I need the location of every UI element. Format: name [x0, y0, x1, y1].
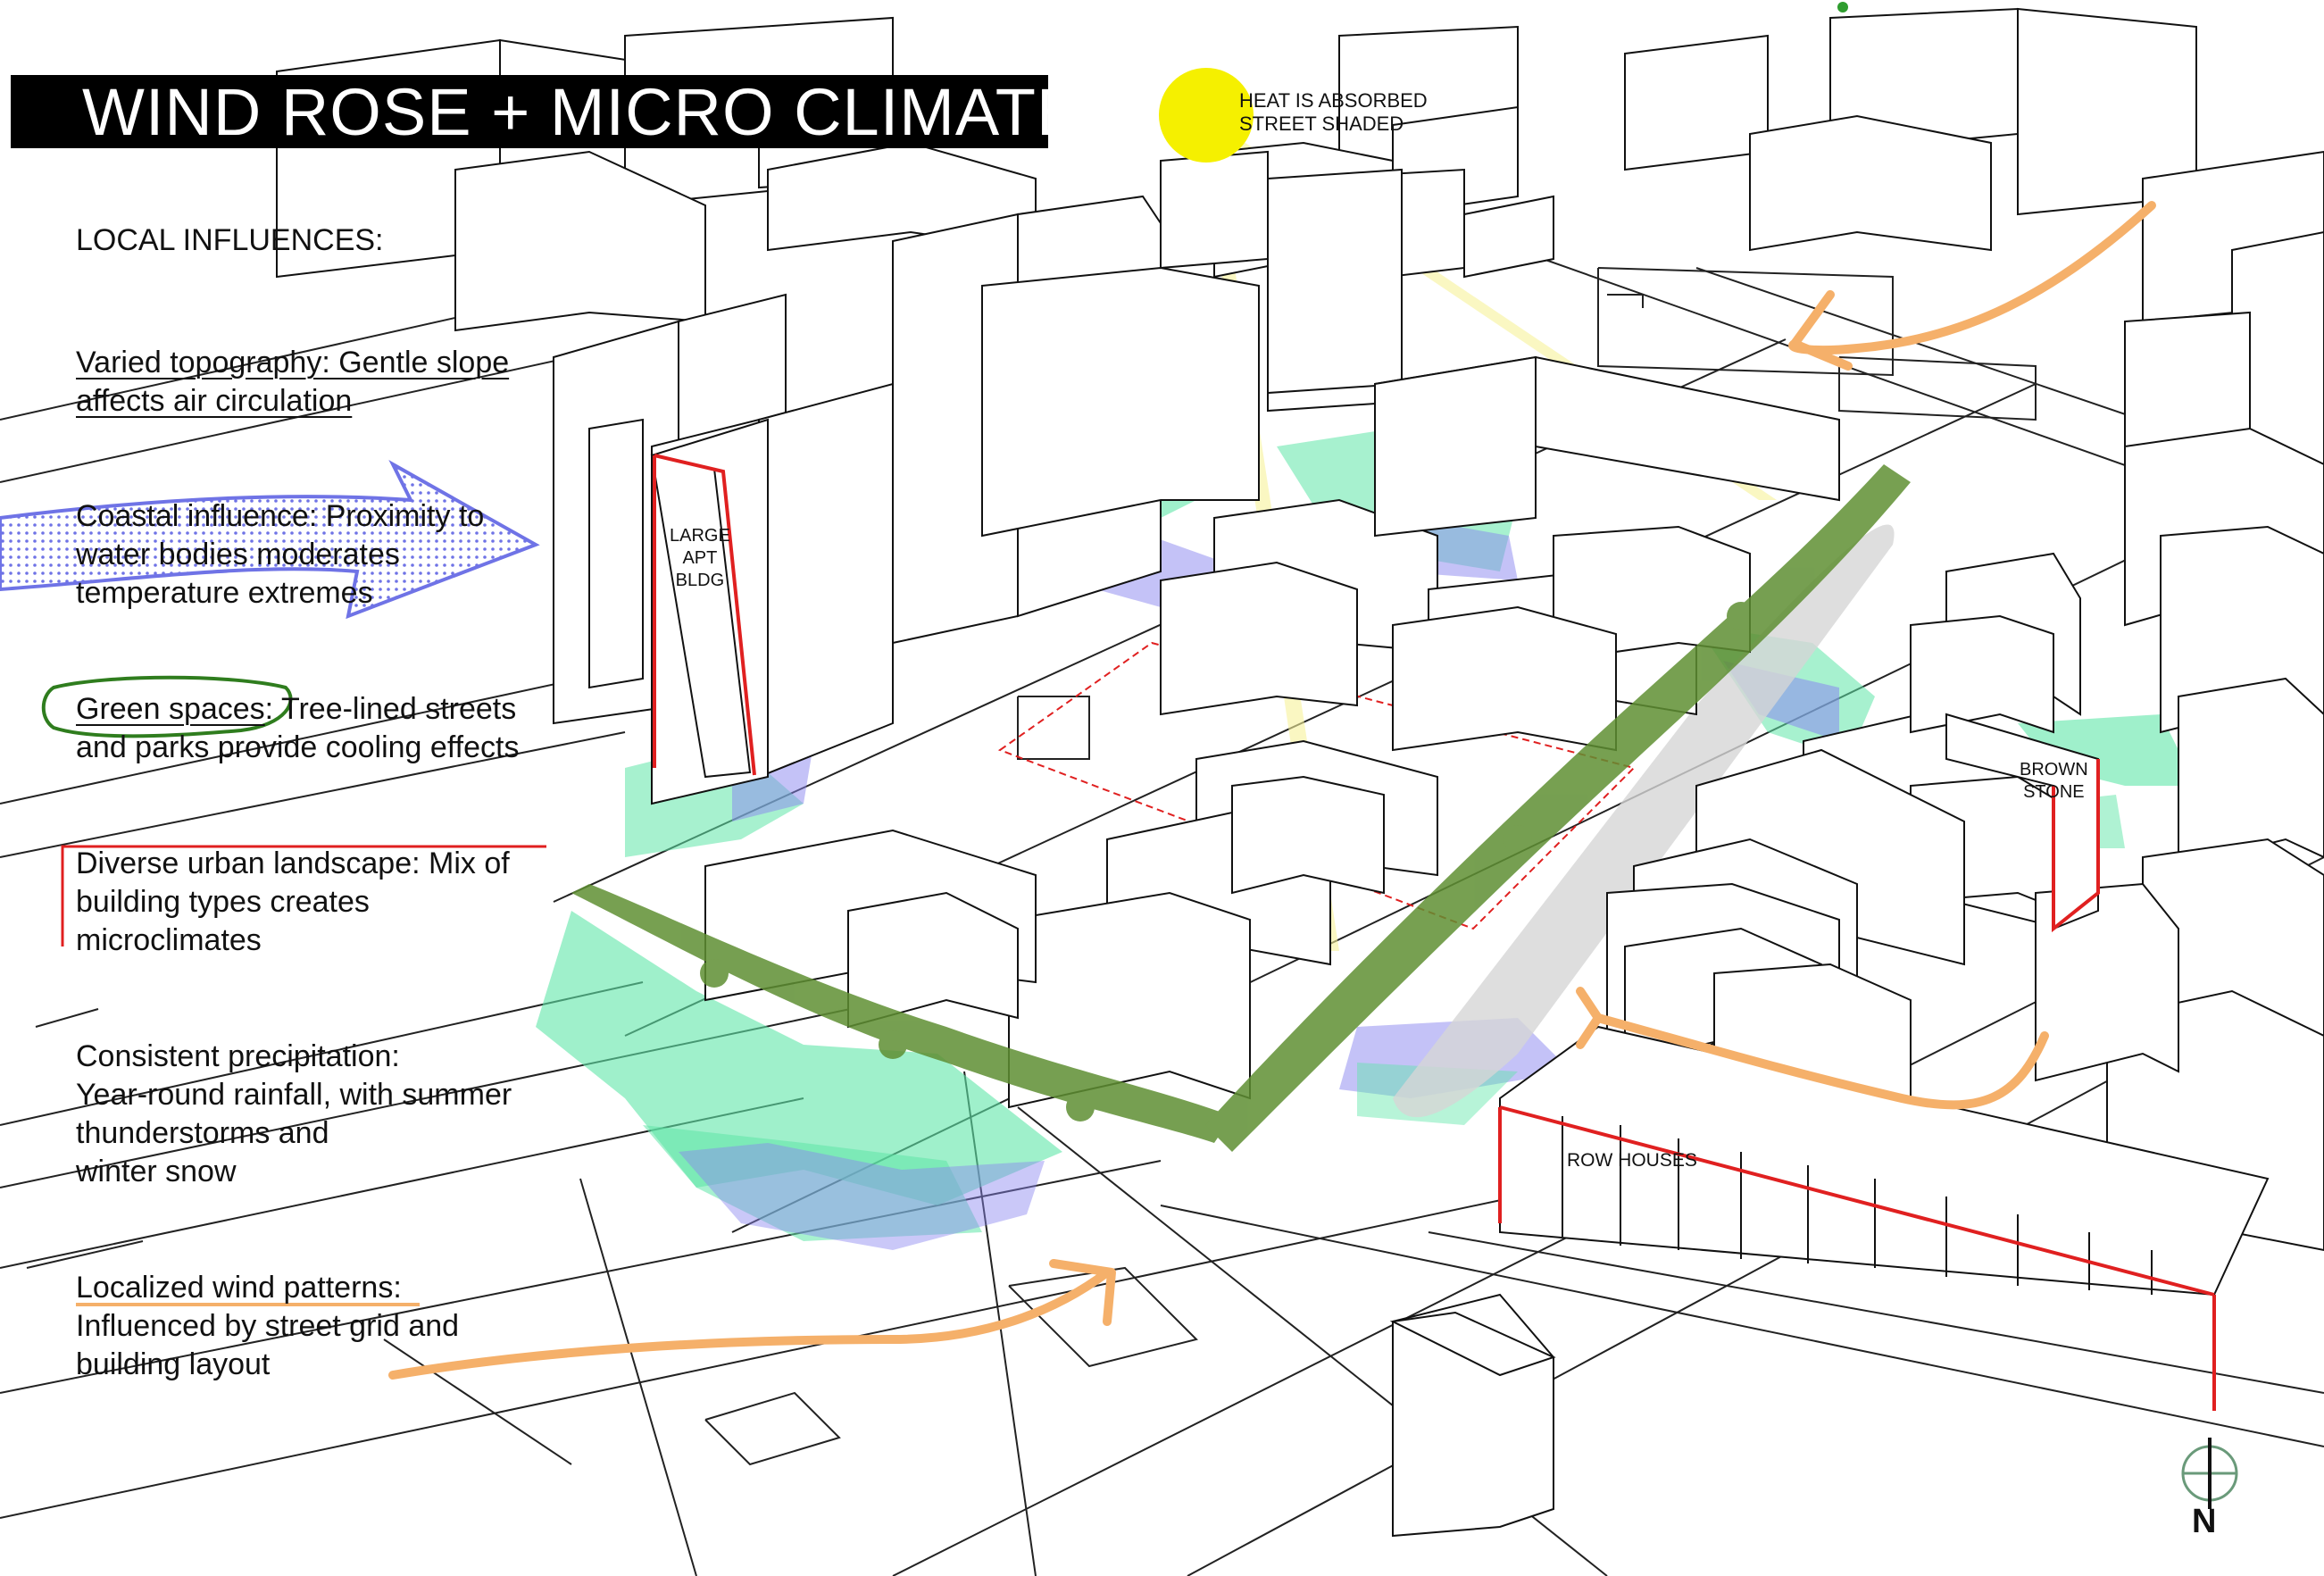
brownstone-line-1: BROWN [2020, 760, 2088, 780]
wind-line-2: Influenced by street grid and [76, 1309, 460, 1343]
large-apt-line-3: BLDG [675, 571, 725, 590]
influence-green-spaces: Green spaces: Tree-lined streets and par… [76, 690, 519, 767]
precipitation-line-2: Year-round rainfall, with summer [76, 1078, 512, 1112]
coastal-line-1: Coastal influence: Proximity to [76, 499, 485, 533]
diagram-board: WIND ROSE + MICRO CLIMATE HEAT IS ABSORB… [0, 0, 2324, 1576]
large-apt-label: LARGE APT BLDG [670, 525, 730, 592]
green-line-1: Green spaces: Tree-lined streets [76, 690, 519, 729]
brownstone-label: BROWN STONE [2020, 759, 2088, 804]
precipitation-line-3: thunderstorms and [76, 1116, 329, 1150]
large-apt-line-2: APT [682, 548, 718, 568]
marker-dot [1837, 2, 1848, 13]
brownstone-line-2: STONE [2023, 782, 2085, 802]
precipitation-line-1: Consistent precipitation: [76, 1039, 400, 1073]
topography-line-1: Varied topography: Gentle slope [76, 346, 510, 379]
large-apt-building [650, 418, 769, 805]
urban-line-1: Diverse urban landscape: Mix of [76, 846, 510, 880]
influence-wind: Localized wind patterns: Influenced by s… [76, 1269, 459, 1384]
north-arrow-icon [2181, 1438, 2238, 1509]
left-towers [454, 141, 1403, 805]
title-banner: WIND ROSE + MICRO CLIMATE [11, 75, 1080, 149]
influence-topography: Varied topography: Gentle slope affects … [76, 344, 509, 421]
green-term: Green spaces [76, 692, 265, 726]
influence-coastal: Coastal influence: Proximity to water bo… [76, 497, 484, 613]
north-label: N [2192, 1503, 2217, 1540]
wind-line-3: building layout [76, 1347, 271, 1381]
influence-precipitation: Consistent precipitation: Year-round rai… [76, 1038, 512, 1191]
topography-line-2: affects air circulation [76, 384, 353, 418]
page-title: WIND ROSE + MICRO CLIMATE [82, 74, 1082, 149]
sun-note: HEAT IS ABSORBED STREET SHADED [1239, 89, 1428, 136]
row-houses-label: ROW HOUSES [1567, 1150, 1697, 1171]
precipitation-line-4: winter snow [76, 1155, 237, 1188]
sun-note-line-2: STREET SHADED [1239, 113, 1404, 135]
green-rest: : Tree-lined streets [264, 692, 517, 726]
wind-line-1: Localized wind patterns: [76, 1271, 402, 1305]
large-apt-line-1: LARGE [670, 526, 730, 546]
coastal-line-2: water bodies moderates [76, 538, 400, 571]
urban-line-2: building types creates [76, 885, 370, 919]
influences-heading: LOCAL INFLUENCES: [76, 223, 384, 257]
influence-urban: Diverse urban landscape: Mix of building… [76, 845, 510, 960]
coastal-line-3: temperature extremes [76, 576, 373, 610]
urban-line-3: microclimates [76, 923, 262, 957]
sun-note-line-1: HEAT IS ABSORBED [1239, 89, 1428, 112]
green-line-2: and parks provide cooling effects [76, 730, 520, 764]
